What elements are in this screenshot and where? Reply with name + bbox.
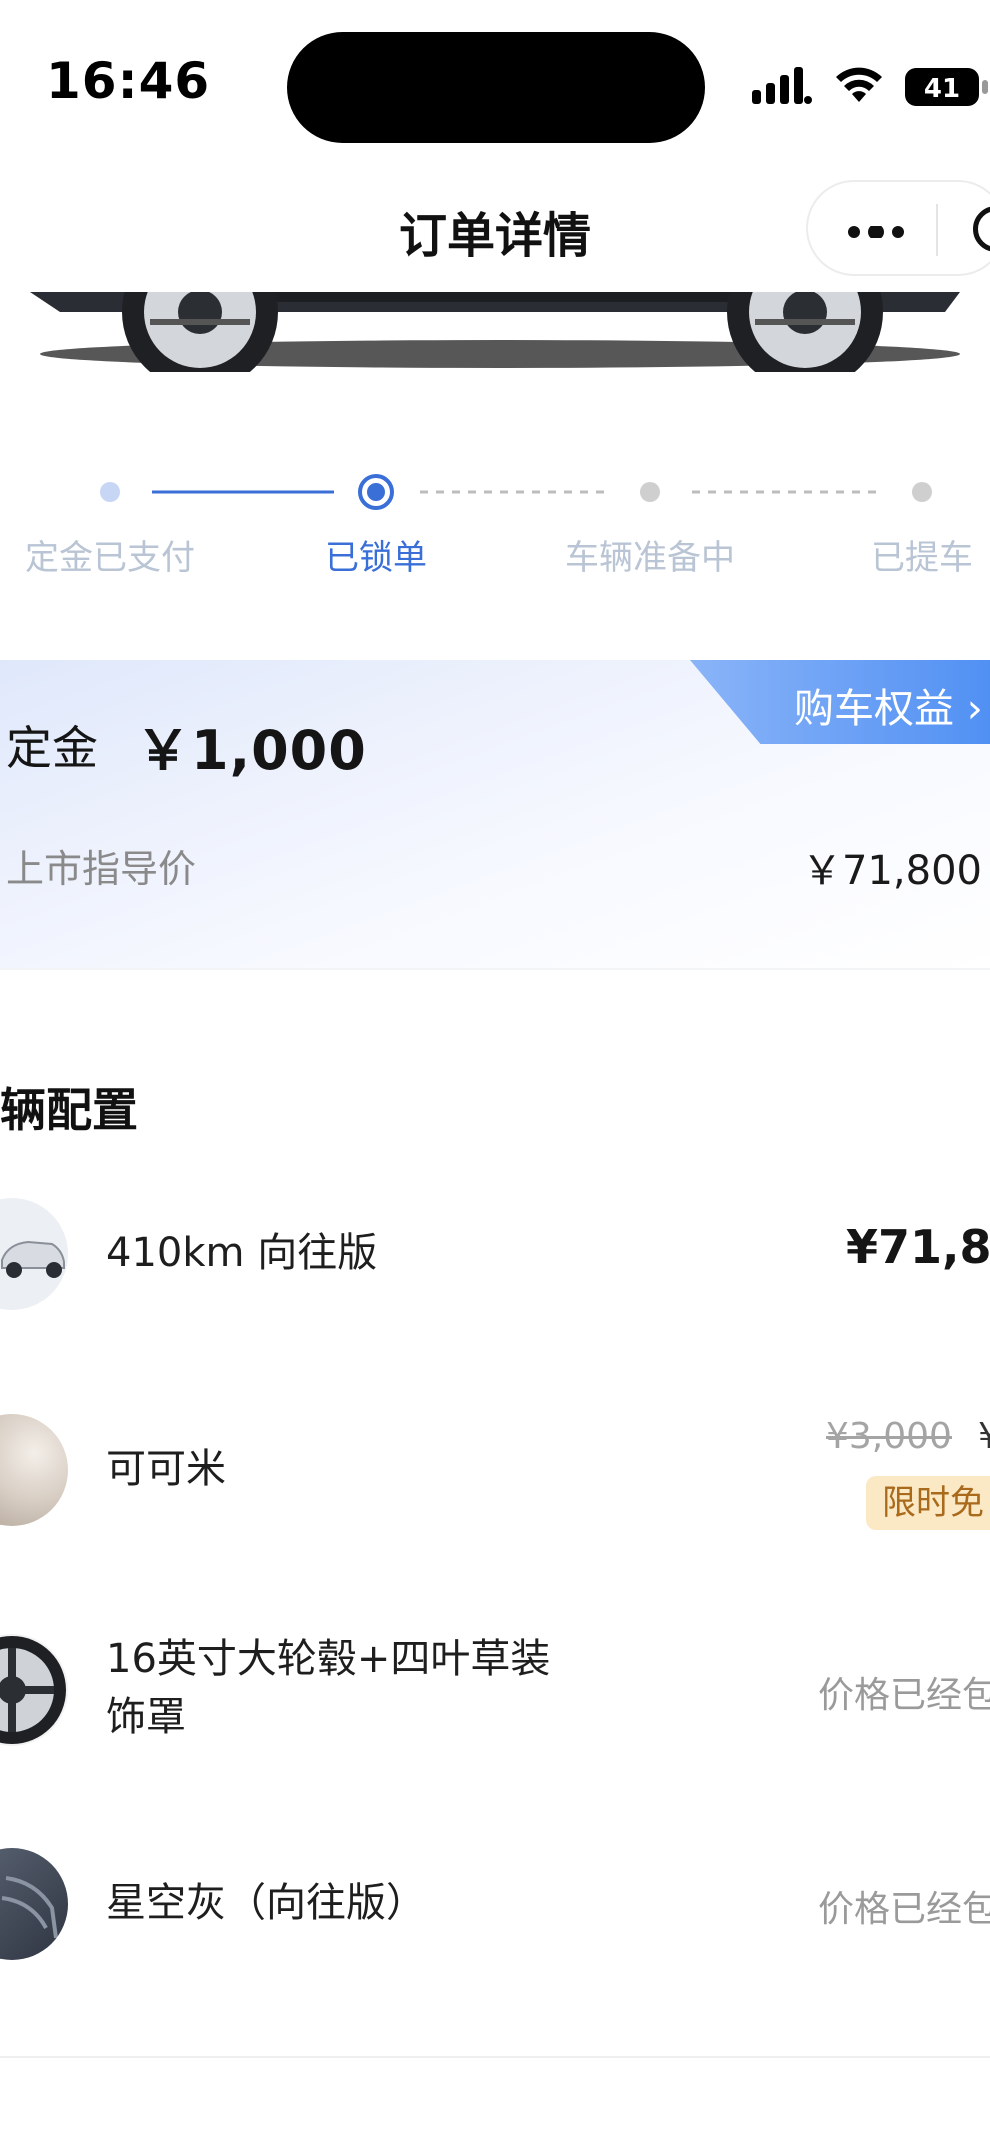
divider bbox=[0, 968, 990, 970]
step-label-delivered: 已提车 bbox=[871, 538, 973, 578]
config-item-color-price: ¥ bbox=[978, 1416, 990, 1457]
order-progress-track bbox=[100, 474, 932, 510]
config-item-version-price: ¥71,80 bbox=[846, 1220, 990, 1274]
battery-icon: 41 bbox=[904, 66, 990, 108]
deposit-value: ￥1,000 bbox=[136, 719, 367, 782]
config-item-interior-price-note: 价格已经包 bbox=[818, 1889, 990, 1930]
cellular-signal-icon bbox=[752, 67, 812, 104]
guide-price-value: ￥71,800 bbox=[802, 848, 982, 894]
rear-wheel bbox=[727, 292, 883, 372]
paint-color-swatch bbox=[0, 1414, 68, 1526]
front-wheel bbox=[122, 292, 278, 372]
config-item-version: 410km 向往版 bbox=[106, 1230, 378, 1276]
config-item-wheels: 16英寸大轮毂+四叶草装饰罩 bbox=[106, 1636, 551, 1740]
car-image bbox=[30, 292, 960, 372]
battery-level: 41 bbox=[924, 74, 960, 104]
section-title-config: 辆配置 bbox=[0, 1083, 138, 1137]
interior-seat-thumbnail bbox=[0, 1848, 68, 1960]
deposit-label: 定金 bbox=[6, 721, 98, 775]
close-target-icon[interactable] bbox=[973, 206, 990, 252]
benefit-button[interactable]: 购车权益 › bbox=[794, 676, 983, 734]
step-dot-pending bbox=[912, 482, 932, 502]
config-item-interior: 星空灰（向往版） bbox=[106, 1880, 426, 1926]
status-time: 16:46 bbox=[46, 52, 211, 110]
mini-program-capsule[interactable] bbox=[806, 180, 990, 276]
config-item-wheels-price-note: 价格已经包 bbox=[818, 1675, 990, 1716]
step-label-deposit-paid: 定金已支付 bbox=[25, 538, 195, 578]
config-item-color: 可可米 bbox=[106, 1446, 226, 1492]
more-icon[interactable] bbox=[846, 226, 906, 238]
dynamic-island bbox=[287, 32, 705, 143]
guide-price-label: 上市指导价 bbox=[6, 847, 197, 891]
divider bbox=[0, 2056, 990, 2058]
promo-badge: 限时免 bbox=[866, 1476, 990, 1530]
car-thumbnail bbox=[0, 1198, 68, 1310]
step-label-preparing: 车辆准备中 bbox=[565, 538, 735, 578]
step-dot-pending bbox=[640, 482, 660, 502]
step-dot-done bbox=[100, 482, 120, 502]
step-label-locked: 已锁单 bbox=[325, 538, 427, 578]
wifi-icon bbox=[836, 67, 882, 102]
wheel-thumbnail bbox=[0, 1634, 68, 1746]
capsule-divider bbox=[936, 204, 938, 256]
config-item-color-original-price: ¥3,000 bbox=[826, 1416, 952, 1457]
